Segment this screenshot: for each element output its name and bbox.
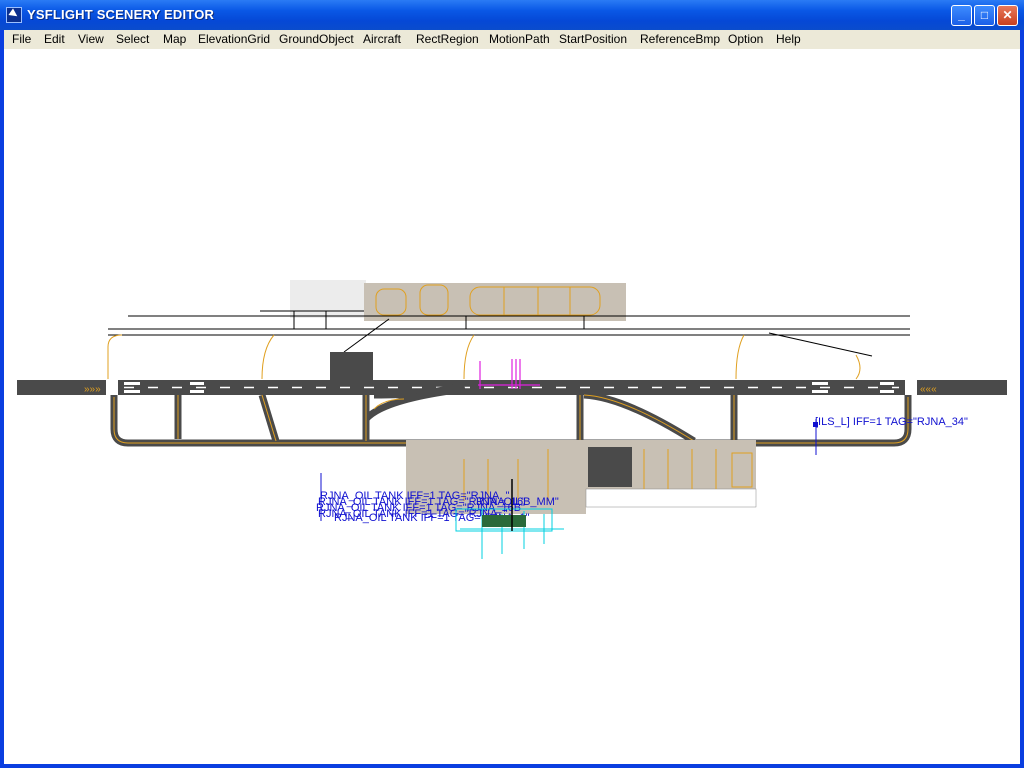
menu-select[interactable]: Select xyxy=(116,32,149,46)
map-view[interactable]: »»» ««« [ILS_L] IFF=1 TAG="RJNA_34" RJNA… xyxy=(4,49,1020,764)
menu-edit[interactable]: Edit xyxy=(44,32,65,46)
chevrons-east: ««« xyxy=(920,384,937,395)
menu-aircraft[interactable]: Aircraft xyxy=(363,32,401,46)
close-button[interactable]: ✕ xyxy=(997,5,1018,26)
window-title: YSFLIGHT SCENERY EDITOR xyxy=(27,7,215,22)
terminal-building xyxy=(330,352,373,381)
menu-help[interactable]: Help xyxy=(776,32,801,46)
menu-startposition[interactable]: StartPosition xyxy=(559,32,627,46)
app-window: YSFLIGHT SCENERY EDITOR _ □ ✕ File Edit … xyxy=(0,0,1024,768)
menu-rectregion[interactable]: RectRegion xyxy=(416,32,479,46)
menu-option[interactable]: Option xyxy=(728,32,763,46)
menu-elevationgrid[interactable]: ElevationGrid xyxy=(198,32,270,46)
menu-view[interactable]: View xyxy=(78,32,104,46)
minimize-button[interactable]: _ xyxy=(951,5,972,26)
motion-path xyxy=(478,359,540,389)
mm-label: RJNA_16B_MM" xyxy=(476,496,559,508)
ils-label: [ILS_L] IFF=1 TAG="RJNA_34" xyxy=(815,416,968,428)
menu-bar: File Edit View Select Map ElevationGrid … xyxy=(4,30,1020,49)
app-icon[interactable] xyxy=(6,7,22,23)
menu-groundobject[interactable]: GroundObject xyxy=(279,32,354,46)
maximize-button[interactable]: □ xyxy=(974,5,995,26)
terminal-south xyxy=(588,447,632,487)
reference-region xyxy=(290,280,366,318)
aircraft-marker[interactable] xyxy=(482,515,526,527)
menu-map[interactable]: Map xyxy=(163,32,186,46)
menu-file[interactable]: File xyxy=(12,32,31,46)
cargo-area xyxy=(585,488,757,508)
chevrons-west: »»» xyxy=(84,384,101,395)
runway-threshold-west xyxy=(106,380,118,395)
runway-threshold-east xyxy=(905,380,917,395)
title-bar[interactable]: YSFLIGHT SCENERY EDITOR _ □ ✕ xyxy=(0,0,1024,30)
menu-motionpath[interactable]: MotionPath xyxy=(489,32,550,46)
menu-referencebmp[interactable]: ReferenceBmp xyxy=(640,32,720,46)
scenery-canvas[interactable]: »»» ««« [ILS_L] IFF=1 TAG="RJNA_34" RJNA… xyxy=(4,49,1020,764)
